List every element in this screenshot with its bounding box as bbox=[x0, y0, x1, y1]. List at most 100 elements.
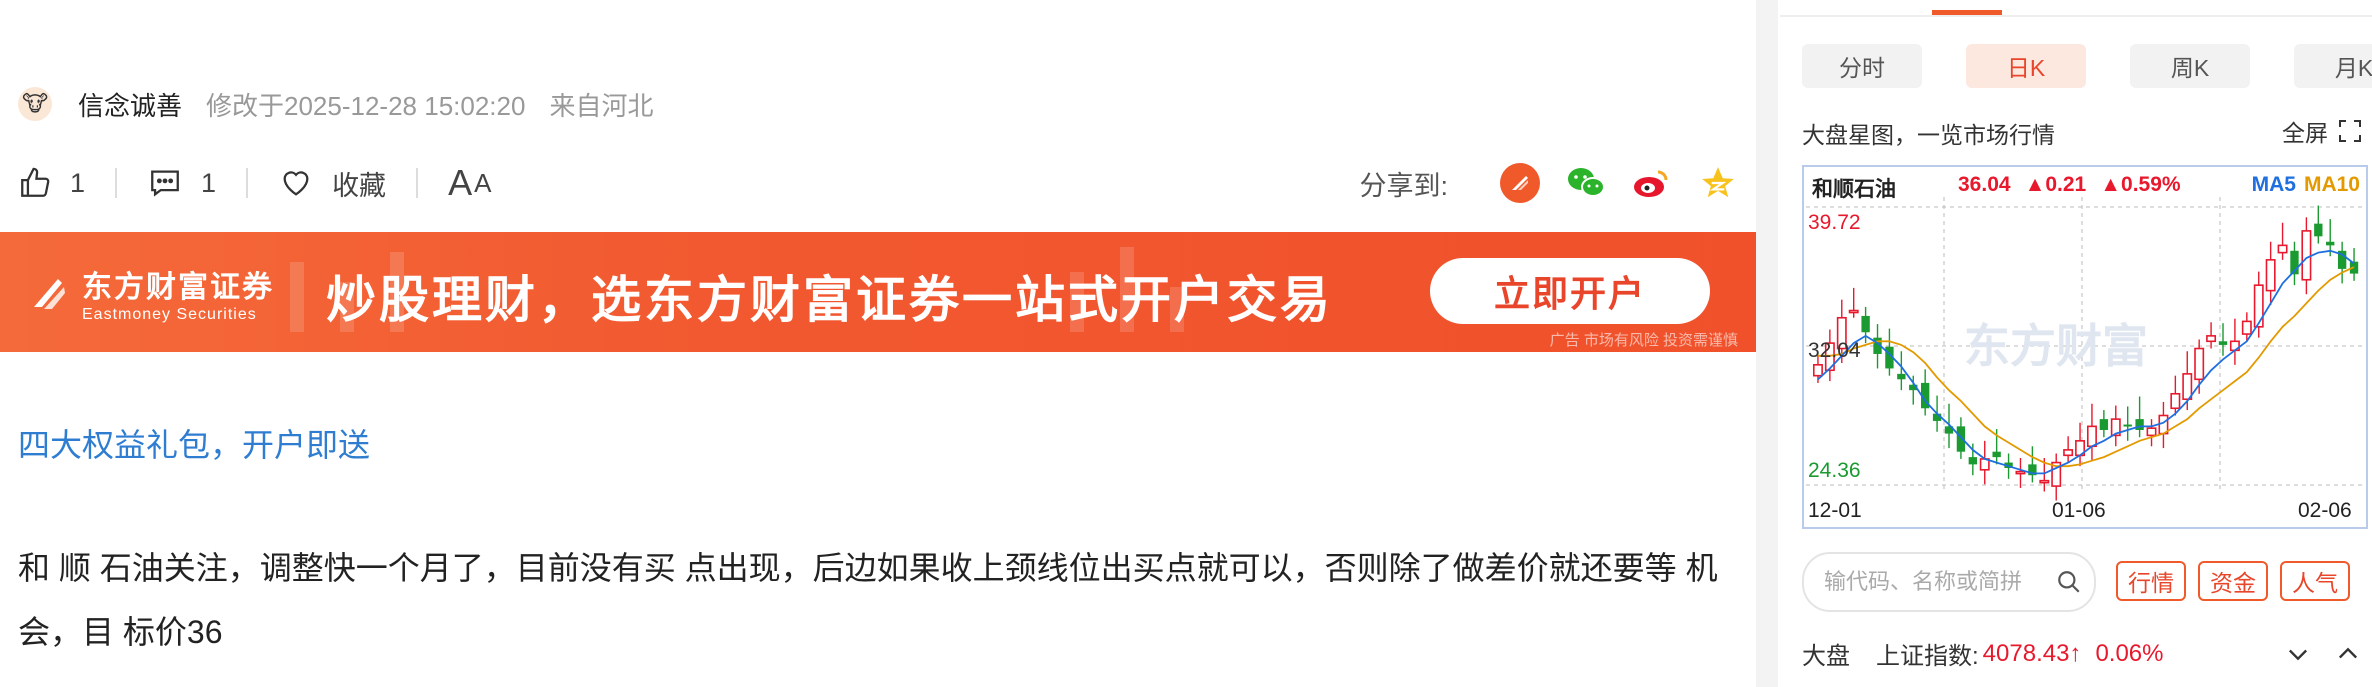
post-location: 来自河北 bbox=[549, 90, 654, 121]
comment-button[interactable]: 1 bbox=[147, 166, 216, 200]
candle-body bbox=[2326, 241, 2335, 246]
avatar[interactable]: 🐮 bbox=[18, 87, 52, 121]
candle-body bbox=[2265, 259, 2276, 292]
stock-change-pct: ▲0.59% bbox=[2100, 173, 2181, 196]
candle-body bbox=[2015, 470, 2026, 475]
like-button[interactable]: 1 bbox=[18, 166, 85, 200]
index-ticker: 大盘 上证指数: 4078.43↑ 0.06% bbox=[1802, 636, 2362, 671]
y-label-high: 39.72 bbox=[1808, 211, 1861, 234]
candle-body bbox=[2301, 230, 2312, 281]
stock-change: ▲0.21 bbox=[2024, 173, 2087, 196]
kline-chart[interactable]: 东方财富 39.72 32.04 24.36 12-01 01-06 02-06… bbox=[1802, 165, 2368, 529]
candle-body bbox=[2063, 449, 2074, 457]
divider bbox=[416, 168, 419, 198]
chart-tabs: 分时 日K 周K 月K bbox=[1802, 44, 2372, 88]
stock-search bbox=[1802, 552, 2096, 612]
share-qzone-icon[interactable] bbox=[1698, 163, 1738, 203]
fullscreen-label: 全屏 bbox=[2282, 120, 2328, 146]
candle-body bbox=[1968, 457, 1977, 465]
share-wechat-icon[interactable] bbox=[1566, 163, 1606, 203]
tab-active-indicator bbox=[1932, 10, 2002, 15]
heart-icon bbox=[283, 171, 309, 196]
eastmoney-logo: 东方财富证券 Eastmoney Securities bbox=[28, 262, 274, 324]
article-column: 🐮 信念诚善 修改于2025-12-28 15:02:20 来自河北 1 1 收… bbox=[0, 0, 1756, 687]
index-name: 上证指数: bbox=[1876, 643, 1979, 670]
kline-chart-canvas: 东方财富 39.72 32.04 24.36 12-01 01-06 02-06 bbox=[1806, 197, 2362, 522]
comment-icon bbox=[151, 170, 179, 197]
candle-body bbox=[2241, 320, 2252, 335]
font-size-big: A bbox=[448, 162, 475, 203]
candle-body bbox=[2146, 427, 2157, 437]
fullscreen-button[interactable]: 全屏 bbox=[2282, 114, 2362, 148]
share-bar: 分享到: bbox=[1359, 163, 1738, 203]
tab-weekly-k[interactable]: 周K bbox=[2130, 44, 2250, 88]
candle-body bbox=[2182, 373, 2193, 401]
index-change: 0.06% bbox=[2095, 639, 2164, 667]
like-count: 1 bbox=[70, 167, 86, 198]
post-body: 和 顺 石油关注，调整快一个月了，目前没有买 点出现，后边如果收上颈线位出买点就… bbox=[18, 536, 1738, 664]
candle-body bbox=[2314, 223, 2323, 237]
candle-body bbox=[2170, 392, 2181, 410]
post-body-line: 和 顺 石油关注，调整快一个月了，目前没有买 点出现，后边如果收上颈线位出买点就… bbox=[18, 550, 1718, 586]
legend-ma5: MA5 bbox=[2251, 173, 2296, 196]
y-label-mid: 32.04 bbox=[1808, 339, 1861, 362]
quote-button[interactable]: 行情 bbox=[2116, 561, 2186, 601]
search-icon[interactable] bbox=[2056, 569, 2082, 595]
logo-en: Eastmoney Securities bbox=[82, 306, 257, 323]
column-divider bbox=[1756, 0, 1778, 687]
candle-body bbox=[2135, 419, 2144, 430]
candle-body bbox=[2039, 479, 2050, 484]
tab-underline-track bbox=[1780, 15, 2372, 17]
index-label: 大盘 bbox=[1802, 643, 1850, 670]
chart-watermark: 东方财富 bbox=[1964, 320, 2148, 372]
candle-body bbox=[2194, 347, 2205, 381]
chevron-down-icon[interactable] bbox=[2284, 640, 2312, 668]
banner-title: 炒股理财，选东方财富证券一站式开户交易 bbox=[326, 272, 1333, 328]
share-label: 分享到: bbox=[1359, 170, 1448, 201]
candle-body bbox=[1812, 364, 1823, 377]
promo-link[interactable]: 四大权益礼包，开户即送 bbox=[18, 420, 370, 466]
candle-body bbox=[1848, 309, 1859, 314]
font-size-small: A bbox=[474, 167, 494, 198]
tab-monthly-k[interactable]: 月K bbox=[2294, 44, 2372, 88]
divider bbox=[115, 168, 118, 198]
logo-cn: 东方财富证券 bbox=[82, 271, 274, 304]
open-account-button[interactable]: 立即开户 bbox=[1430, 258, 1710, 324]
modified-time: 修改于2025-12-28 15:02:20 bbox=[206, 90, 526, 121]
candle-body bbox=[2206, 335, 2217, 343]
favorite-button[interactable]: 收藏 bbox=[278, 164, 386, 203]
post-body-line: 会，目 标价36 bbox=[18, 614, 223, 650]
font-size-button[interactable]: AA bbox=[448, 162, 493, 204]
index-value: 4078.43↑ bbox=[1982, 639, 2082, 667]
x-label-mid: 01-06 bbox=[2052, 499, 2106, 522]
comment-count: 1 bbox=[201, 167, 217, 198]
candle-body bbox=[2277, 244, 2288, 254]
legend-ma10: MA10 bbox=[2303, 173, 2360, 196]
fund-flow-button[interactable]: 资金 bbox=[2198, 561, 2268, 601]
popularity-button[interactable]: 人气 bbox=[2280, 561, 2350, 601]
candle-body bbox=[1861, 315, 1870, 333]
ad-banner[interactable]: 东方财富证券 Eastmoney Securities 炒股理财，选东方财富证券… bbox=[0, 232, 1756, 352]
search-input[interactable] bbox=[1822, 568, 2056, 596]
author-name[interactable]: 信念诚善 bbox=[78, 86, 182, 123]
stock-price: 36.04 bbox=[1958, 173, 2011, 196]
chevron-up-icon[interactable] bbox=[2334, 640, 2362, 668]
author-row: 🐮 信念诚善 修改于2025-12-28 15:02:20 来自河北 bbox=[18, 84, 677, 124]
candle-body bbox=[2099, 419, 2109, 430]
panel-title: 大盘星图，一览市场行情 bbox=[1802, 122, 2055, 148]
candle-body bbox=[2218, 341, 2228, 345]
tab-intraday[interactable]: 分时 bbox=[1802, 44, 1922, 88]
ad-disclaimer: 广告 市场有风险 投资需谨慎 bbox=[1549, 332, 1738, 349]
share-weibo-icon[interactable] bbox=[1632, 163, 1672, 203]
chart-header: 和顺石油 36.04 ▲0.21 ▲0.59% MA5 MA10 bbox=[1812, 173, 2360, 203]
candle-body bbox=[1897, 373, 1906, 380]
favorite-label: 收藏 bbox=[332, 170, 387, 201]
share-eastmoney-icon[interactable] bbox=[1500, 163, 1540, 203]
tab-daily-k[interactable]: 日K bbox=[1966, 44, 2086, 88]
y-label-low: 24.36 bbox=[1808, 459, 1861, 482]
stock-name: 和顺石油 bbox=[1812, 178, 1896, 201]
candle-body bbox=[1992, 451, 2001, 458]
candle-body bbox=[2123, 424, 2132, 427]
candle-body bbox=[2253, 284, 2264, 328]
eastmoney-logo-icon bbox=[34, 279, 65, 309]
